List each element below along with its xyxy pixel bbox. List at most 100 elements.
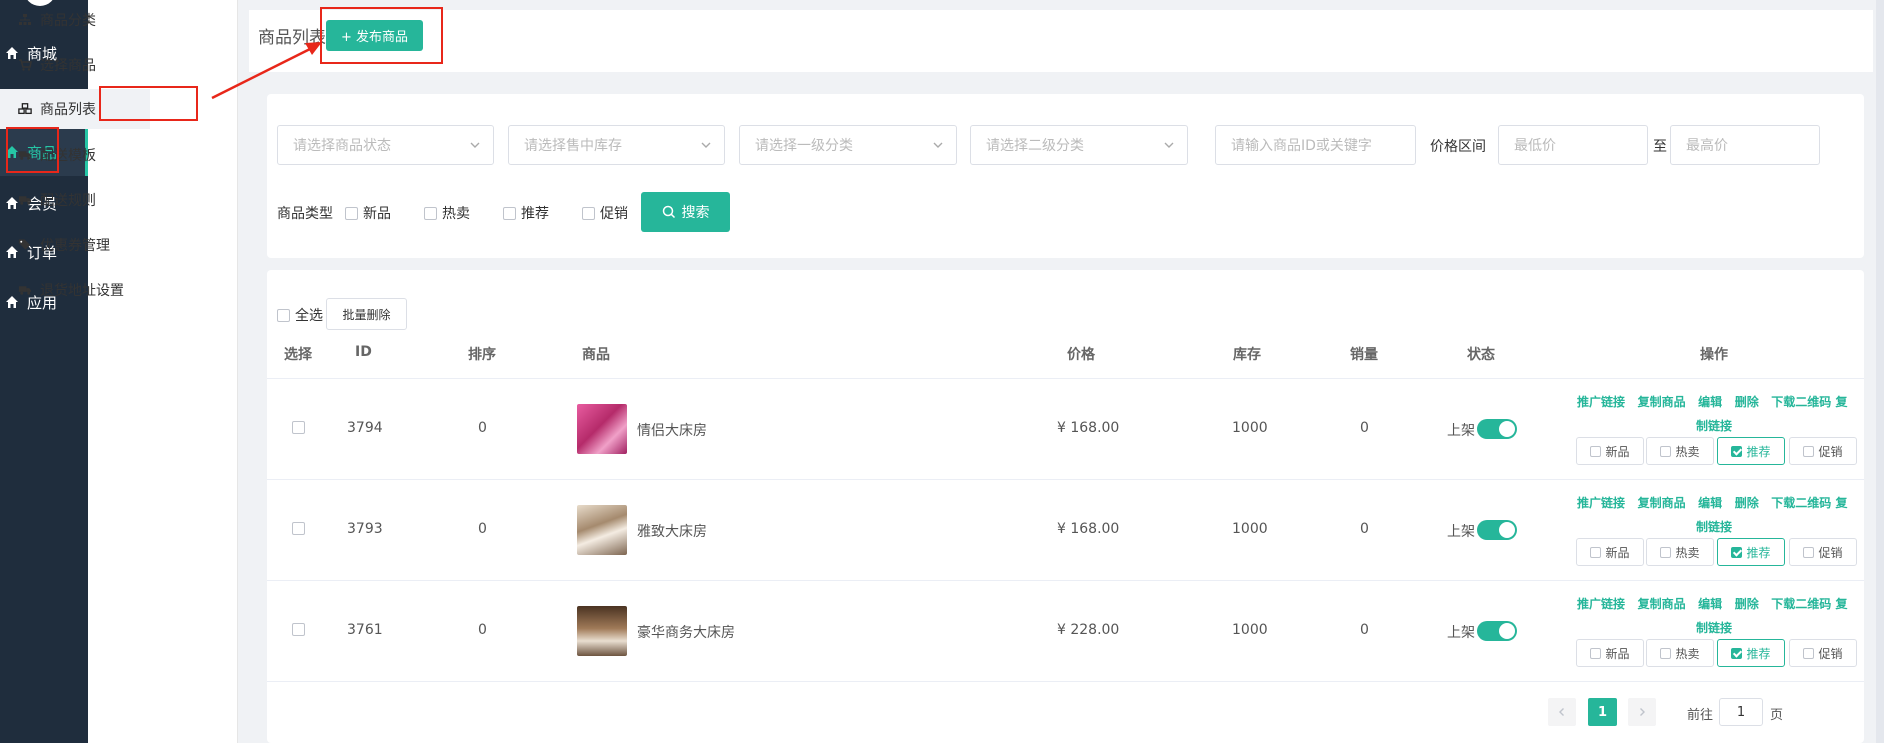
min-price-placeholder: 最低价 <box>1514 138 1556 154</box>
sidebar-item-delivery-rules[interactable]: 配送规则 <box>0 180 150 220</box>
next-page-button[interactable] <box>1628 698 1656 726</box>
tag-hot-button[interactable]: 热卖 <box>1646 639 1714 667</box>
row-checkbox[interactable] <box>292 522 305 535</box>
checkbox[interactable] <box>424 206 437 220</box>
category2-select[interactable]: 请选择二级分类 <box>970 125 1188 165</box>
page-number-current[interactable]: 1 <box>1588 698 1617 726</box>
sidebar-item-coupons[interactable]: 优惠券管理 <box>0 225 150 265</box>
tag-hot-button[interactable]: 热卖 <box>1646 437 1714 465</box>
download-qr-action[interactable]: 下载二维码 <box>1771 597 1831 611</box>
checkbox[interactable] <box>503 206 516 220</box>
row-product-name[interactable]: 情侣大床房 <box>637 420 707 440</box>
checkbox[interactable] <box>582 206 595 220</box>
copy-link-action-cont[interactable]: 制链接 <box>1696 515 1732 539</box>
truck-icon <box>18 283 32 297</box>
product-thumbnail[interactable] <box>577 505 627 555</box>
copy-link-action[interactable]: 复 <box>1835 496 1847 510</box>
promo-link-action[interactable]: 推广链接 <box>1577 395 1625 409</box>
download-qr-action[interactable]: 下载二维码 <box>1771 496 1831 510</box>
row-actions: 推广链接 复制商品 编辑 删除 下载二维码 复 <box>1577 491 1857 515</box>
type-checkbox-new[interactable]: 新品 <box>345 203 391 223</box>
select-all-checkbox[interactable]: 全选 <box>277 305 323 325</box>
tag-label: 热卖 <box>1675 545 1700 560</box>
chevron-left-icon <box>1559 708 1564 716</box>
range-to-label: 至 <box>1653 139 1667 155</box>
tag-new-button[interactable]: 新品 <box>1576 639 1644 667</box>
tag-hot-button[interactable]: 热卖 <box>1646 538 1714 566</box>
tag-label: 推荐 <box>1746 444 1771 459</box>
copy-link-action-cont[interactable]: 制链接 <box>1696 616 1732 640</box>
min-price-input[interactable]: 最低价 <box>1498 125 1648 165</box>
status-select[interactable]: 请选择商品状态 <box>277 125 494 165</box>
edit-action[interactable]: 编辑 <box>1698 395 1722 409</box>
tag-label: 促销 <box>1818 444 1843 459</box>
checkbox <box>1803 445 1815 457</box>
delete-action[interactable]: 删除 <box>1735 496 1759 510</box>
goto-page-input[interactable]: 1 <box>1719 698 1763 726</box>
tag-promo-button[interactable]: 促销 <box>1789 437 1857 465</box>
select-all-label: 全选 <box>295 308 323 324</box>
type-label: 新品 <box>363 206 391 222</box>
sidebar-item-category[interactable]: 商品分类 <box>0 0 150 40</box>
sidebar-item-delivery-template[interactable]: 配送模板 <box>0 135 150 175</box>
sidebar-item-product-list[interactable]: 商品列表 <box>0 89 150 129</box>
row-sales: 0 <box>1360 622 1369 638</box>
chevron-down-icon <box>701 142 711 148</box>
checkbox-checked <box>1731 647 1743 659</box>
delete-action[interactable]: 删除 <box>1735 597 1759 611</box>
download-qr-action[interactable]: 下载二维码 <box>1771 395 1831 409</box>
status-toggle[interactable] <box>1477 419 1517 439</box>
product-thumbnail[interactable] <box>577 606 627 656</box>
row-product-name[interactable]: 雅致大床房 <box>637 521 707 541</box>
tag-recommend-button[interactable]: 推荐 <box>1717 639 1785 667</box>
type-checkbox-hot[interactable]: 热卖 <box>424 203 470 223</box>
checkbox[interactable] <box>277 308 290 322</box>
promo-link-action[interactable]: 推广链接 <box>1577 597 1625 611</box>
copy-product-action[interactable]: 复制商品 <box>1638 597 1686 611</box>
scrollbar-track[interactable] <box>1876 0 1884 743</box>
header-card <box>249 10 1873 72</box>
status-toggle[interactable] <box>1477 520 1517 540</box>
col-header-select: 选择 <box>284 347 312 363</box>
sidebar-item-label: 优惠券管理 <box>40 238 110 254</box>
tag-new-button[interactable]: 新品 <box>1576 538 1644 566</box>
status-toggle[interactable] <box>1477 621 1517 641</box>
stock-select[interactable]: 请选择售中库存 <box>508 125 725 165</box>
row-product-name[interactable]: 豪华商务大床房 <box>637 622 735 642</box>
sidebar-item-select-products[interactable]: 选择商品 <box>0 45 150 85</box>
tag-recommend-button[interactable]: 推荐 <box>1717 437 1785 465</box>
tag-promo-button[interactable]: 促销 <box>1789 639 1857 667</box>
product-thumbnail[interactable] <box>577 404 627 454</box>
checkbox[interactable] <box>345 206 358 220</box>
tag-recommend-button[interactable]: 推荐 <box>1717 538 1785 566</box>
search-button[interactable]: 搜索 <box>641 192 730 232</box>
delete-action[interactable]: 删除 <box>1735 395 1759 409</box>
tag-label: 促销 <box>1818 646 1843 661</box>
edit-action[interactable]: 编辑 <box>1698 597 1722 611</box>
sidebar-item-return-address[interactable]: 退货地址设置 <box>0 270 150 310</box>
promo-link-action[interactable]: 推广链接 <box>1577 496 1625 510</box>
copy-link-action[interactable]: 复 <box>1835 597 1847 611</box>
edit-action[interactable]: 编辑 <box>1698 496 1722 510</box>
row-checkbox[interactable] <box>292 623 305 636</box>
type-checkbox-recommend[interactable]: 推荐 <box>503 203 549 223</box>
max-price-input[interactable]: 最高价 <box>1670 125 1820 165</box>
batch-delete-button[interactable]: 批量删除 <box>326 298 407 330</box>
tag-new-button[interactable]: 新品 <box>1576 437 1644 465</box>
publish-product-button[interactable]: + 发布商品 <box>326 20 423 51</box>
keyword-input[interactable]: 请输入商品ID或关键字 <box>1215 125 1416 165</box>
category1-select-placeholder: 请选择一级分类 <box>755 138 853 154</box>
checkbox <box>1803 647 1815 659</box>
row-status: 上架 <box>1447 524 1475 540</box>
row-status: 上架 <box>1447 625 1475 641</box>
copy-link-action-cont[interactable]: 制链接 <box>1696 414 1732 438</box>
tag-promo-button[interactable]: 促销 <box>1789 538 1857 566</box>
copy-link-action[interactable]: 复 <box>1835 395 1847 409</box>
copy-product-action[interactable]: 复制商品 <box>1638 395 1686 409</box>
type-checkbox-promo[interactable]: 促销 <box>582 203 628 223</box>
copy-product-action[interactable]: 复制商品 <box>1638 496 1686 510</box>
category1-select[interactable]: 请选择一级分类 <box>739 125 957 165</box>
row-checkbox[interactable] <box>292 421 305 434</box>
prev-page-button[interactable] <box>1548 698 1576 726</box>
row-sales: 0 <box>1360 521 1369 537</box>
